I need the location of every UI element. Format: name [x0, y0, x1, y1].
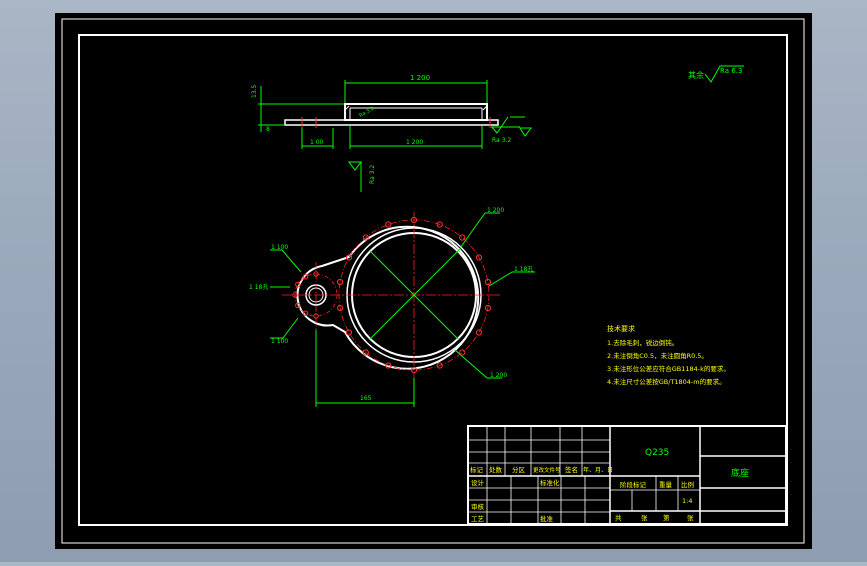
header-zone: 分区: [512, 465, 526, 474]
header-mark: 标记: [470, 465, 484, 474]
header-file: 更改文件号: [533, 466, 561, 474]
weight-label: 重量: [659, 481, 673, 489]
design-label: 设计: [471, 478, 485, 487]
dim-text-offset: 165: [360, 395, 372, 402]
dim-text-thickness: 8: [266, 126, 270, 133]
scale-value: 1:4: [682, 497, 692, 505]
header-date: 年、月、日: [583, 466, 613, 474]
review-label: 审核: [471, 502, 485, 511]
dim-text-tab: 1 00: [310, 139, 324, 146]
roughness-side-text: Ra 3.2: [492, 137, 511, 144]
process-label: 工艺: [471, 515, 485, 523]
sheet-total-label: 共: [615, 513, 622, 522]
sheet-unit-label-2: 张: [687, 513, 694, 522]
scale-label: 比例: [681, 480, 694, 489]
dim-text-small-bolt: 1 100: [271, 338, 288, 345]
part-name-text: 底座: [731, 467, 749, 479]
dim-text-inner: 1 200: [406, 139, 423, 146]
roughness-bottom-text: Ra 3.2: [369, 165, 376, 184]
dim-text-small-holes: 1 18孔: [249, 283, 268, 291]
roughness-general-label: 其余: [688, 70, 704, 80]
sheet-unit-label-1: 张: [641, 513, 648, 522]
dim-text-height: 13.5: [251, 84, 258, 98]
notes-item-3: 3.未注形位公差应符合GB1184-k的要求。: [607, 364, 730, 373]
dim-text-outer-dia: 1 200: [487, 207, 504, 214]
notes-title: 技术要求: [607, 324, 635, 333]
sheet-current-label: 第: [663, 513, 670, 522]
material-text: Q235: [645, 448, 669, 458]
header-sign: 签名: [565, 465, 578, 474]
standard-label: 标准化: [540, 478, 560, 487]
roughness-general-value: Ra 6.3: [720, 67, 742, 75]
notes-item-1: 1.去除毛刺，锐边倒钝。: [607, 338, 678, 347]
stage-label: 阶段标记: [620, 480, 647, 489]
drawing-viewport: 1 200 13.5 8 1 00 1 200 Ra 3.2 Ra 3.2 Ra…: [0, 0, 867, 562]
dim-text-bottom-dia: 1 200: [490, 372, 507, 379]
sheet-background: [55, 13, 812, 549]
header-count: 处数: [489, 465, 503, 474]
dim-text-inner-holes: 1 18孔: [514, 265, 533, 273]
dim-text-overall-width: 1 200: [410, 74, 430, 82]
notes-item-2: 2.未注倒角C0.5，未注圆角R0.5。: [607, 351, 708, 360]
dim-text-small-dia: 1 100: [271, 244, 288, 251]
notes-item-4: 4.未注尺寸公差按GB/T1804-m的要求。: [607, 377, 726, 386]
approve-label: 批准: [540, 514, 554, 523]
